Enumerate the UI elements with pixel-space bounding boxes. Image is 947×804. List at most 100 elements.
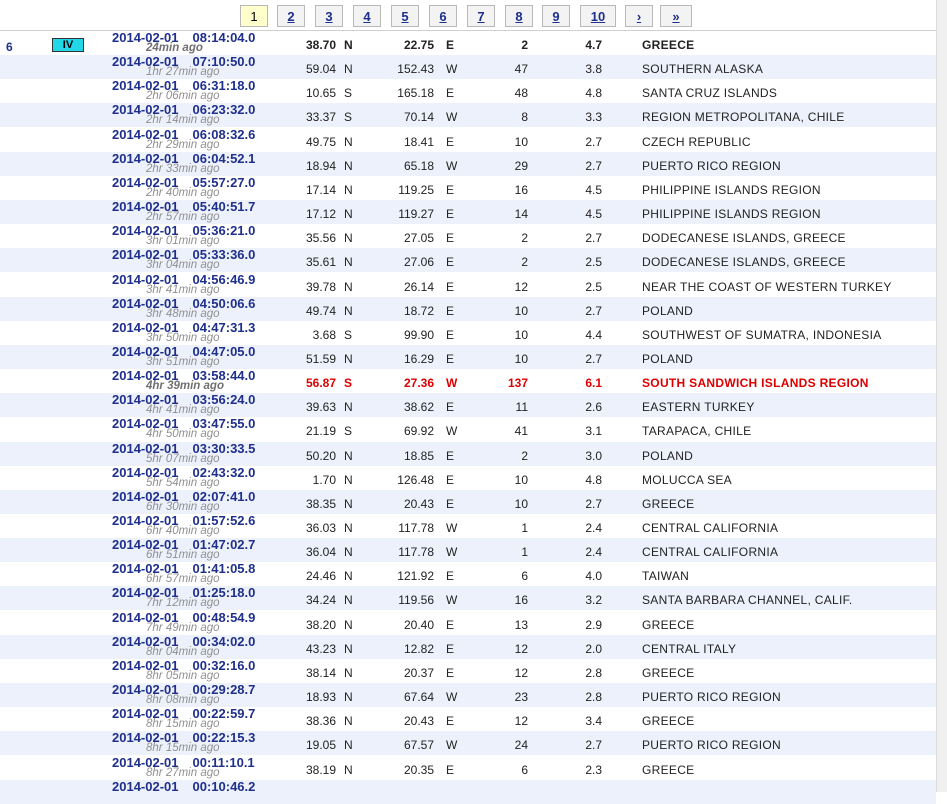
region-link[interactable]: POLAND — [642, 304, 693, 318]
region-link[interactable]: CENTRAL ITALY — [642, 642, 736, 656]
region-link[interactable]: EASTERN TURKEY — [642, 400, 755, 414]
lat-hemisphere: S — [344, 376, 353, 391]
time-ago: 8hr 08min ago — [146, 694, 220, 707]
region-link[interactable]: CZECH REPUBLIC — [642, 135, 751, 149]
quake-row: 2014-02-01 07:10:50.0 1hr 27min ago 59.04 N 1… — [0, 55, 936, 80]
longitude: 126.48 — [397, 472, 434, 487]
lat-hemisphere: N — [344, 738, 353, 753]
quake-row: 2014-02-01 05:40:51.7 2hr 57min ago 17.12 N 1… — [0, 200, 936, 225]
lat-hemisphere: N — [344, 231, 353, 246]
region-link[interactable]: GREECE — [642, 666, 694, 680]
region-link[interactable]: SOUTHERN ALASKA — [642, 62, 763, 76]
time-ago: 4hr 50min ago — [146, 428, 220, 441]
depth-km: 8 — [521, 110, 528, 125]
next-page-button[interactable]: › — [625, 5, 653, 27]
region-link[interactable]: GREECE — [642, 38, 694, 52]
page-link-4[interactable]: 4 — [353, 5, 381, 27]
region-link[interactable]: GREECE — [642, 714, 694, 728]
region-link[interactable]: DODECANESE ISLANDS, GREECE — [642, 231, 846, 245]
lon-hemisphere: E — [446, 86, 455, 101]
intensity-badge[interactable]: IV — [52, 38, 84, 52]
region-link[interactable]: SANTA BARBARA CHANNEL, CALIF. — [642, 593, 853, 607]
depth-km: 10 — [514, 134, 528, 149]
longitude: 26.14 — [403, 279, 434, 294]
region-link[interactable]: MOLUCCA SEA — [642, 473, 732, 487]
page-link-3[interactable]: 3 — [315, 5, 343, 27]
region-link[interactable]: PHILIPPINE ISLANDS REGION — [642, 207, 821, 221]
lon-hemisphere: E — [446, 134, 455, 149]
page-link-6[interactable]: 6 — [429, 5, 457, 27]
latitude: 38.36 — [305, 714, 336, 729]
region-link[interactable]: NEAR THE COAST OF WESTERN TURKEY — [642, 280, 892, 294]
depth-km: 2 — [521, 448, 528, 463]
lon-hemisphere: E — [446, 38, 455, 52]
lon-hemisphere: W — [446, 424, 458, 439]
page-link-9[interactable]: 9 — [542, 5, 570, 27]
lat-hemisphere: N — [344, 38, 353, 52]
vertical-scrollbar[interactable] — [936, 0, 947, 792]
quake-row: 2014-02-01 03:30:33.5 5hr 07min ago 50.20 N 1… — [0, 441, 936, 466]
depth-km: 2 — [521, 38, 528, 52]
quake-row: 2014-02-01 02:43:32.0 5hr 54min ago 1.70 N 12… — [0, 465, 936, 490]
time-ago: 3hr 50min ago — [146, 331, 220, 344]
region-link[interactable]: CENTRAL CALIFORNIA — [642, 521, 778, 535]
region-link[interactable]: TARAPACA, CHILE — [642, 424, 751, 438]
latitude: 19.05 — [305, 738, 336, 753]
lat-hemisphere: N — [344, 714, 353, 729]
last-page-button[interactable]: » — [660, 5, 692, 27]
quake-row: 2014-02-01 03:47:55.0 4hr 50min ago 21.19 S 6… — [0, 417, 936, 441]
region-link[interactable]: GREECE — [642, 618, 694, 632]
page-link-8[interactable]: 8 — [505, 5, 533, 27]
page-link-1[interactable]: 1 — [240, 5, 268, 27]
magnitude: 2.5 — [585, 279, 602, 294]
region-link[interactable]: PHILIPPINE ISLANDS REGION — [642, 183, 821, 197]
region-link[interactable]: SANTA CRUZ ISLANDS — [642, 86, 777, 100]
region-link[interactable]: GREECE — [642, 497, 694, 511]
depth-km: 10 — [514, 351, 528, 366]
longitude: 16.29 — [403, 351, 434, 366]
lon-hemisphere: W — [446, 738, 458, 753]
magnitude: 2.0 — [585, 641, 602, 656]
region-link[interactable]: TAIWAN — [642, 569, 689, 583]
longitude: 38.62 — [403, 400, 434, 415]
lon-hemisphere: E — [446, 762, 455, 777]
longitude: 18.41 — [403, 134, 434, 149]
longitude: 20.43 — [403, 714, 434, 729]
time-ago: 3hr 04min ago — [146, 259, 220, 272]
longitude: 18.85 — [403, 448, 434, 463]
region-link[interactable]: PUERTO RICO REGION — [642, 159, 781, 173]
magnitude: 2.7 — [585, 134, 602, 149]
latitude: 39.78 — [305, 279, 336, 294]
lat-hemisphere: N — [344, 158, 353, 173]
lon-hemisphere: W — [446, 110, 458, 125]
lon-hemisphere: E — [446, 351, 455, 366]
page-link-7[interactable]: 7 — [467, 5, 495, 27]
depth-km: 47 — [514, 62, 528, 77]
page-link-5[interactable]: 5 — [391, 5, 419, 27]
region-link[interactable]: POLAND — [642, 449, 693, 463]
page-link-2[interactable]: 2 — [277, 5, 305, 27]
region-link[interactable]: PUERTO RICO REGION — [642, 690, 781, 704]
longitude: 18.72 — [403, 303, 434, 318]
time-ago: 8hr 15min ago — [146, 742, 220, 755]
longitude: 22.75 — [403, 38, 434, 52]
time-ago: 5hr 07min ago — [146, 452, 220, 465]
magnitude: 6.1 — [585, 376, 602, 391]
time-ago: 24min ago — [146, 42, 203, 54]
quake-row: 2014-02-01 06:31:18.0 2hr 06min ago 10.65 S 1… — [0, 79, 936, 103]
longitude: 20.37 — [403, 665, 434, 680]
region-link[interactable]: GREECE — [642, 763, 694, 777]
region-link[interactable]: PUERTO RICO REGION — [642, 738, 781, 752]
region-link[interactable]: POLAND — [642, 352, 693, 366]
region-link[interactable]: REGION METROPOLITANA, CHILE — [642, 110, 845, 124]
page-link-10[interactable]: 10 — [580, 5, 616, 27]
quake-row: 2014-02-01 03:58:44.0 4hr 39min ago 56.87 S 2… — [0, 369, 936, 393]
region-link[interactable]: DODECANESE ISLANDS, GREECE — [642, 255, 846, 269]
region-link[interactable]: CENTRAL CALIFORNIA — [642, 545, 778, 559]
time-ago: 3hr 51min ago — [146, 355, 220, 368]
lon-hemisphere: E — [446, 182, 455, 197]
region-link[interactable]: SOUTH SANDWICH ISLANDS REGION — [642, 376, 869, 390]
lat-hemisphere: N — [344, 762, 353, 777]
longitude: 117.78 — [398, 521, 434, 535]
region-link[interactable]: SOUTHWEST OF SUMATRA, INDONESIA — [642, 328, 882, 342]
